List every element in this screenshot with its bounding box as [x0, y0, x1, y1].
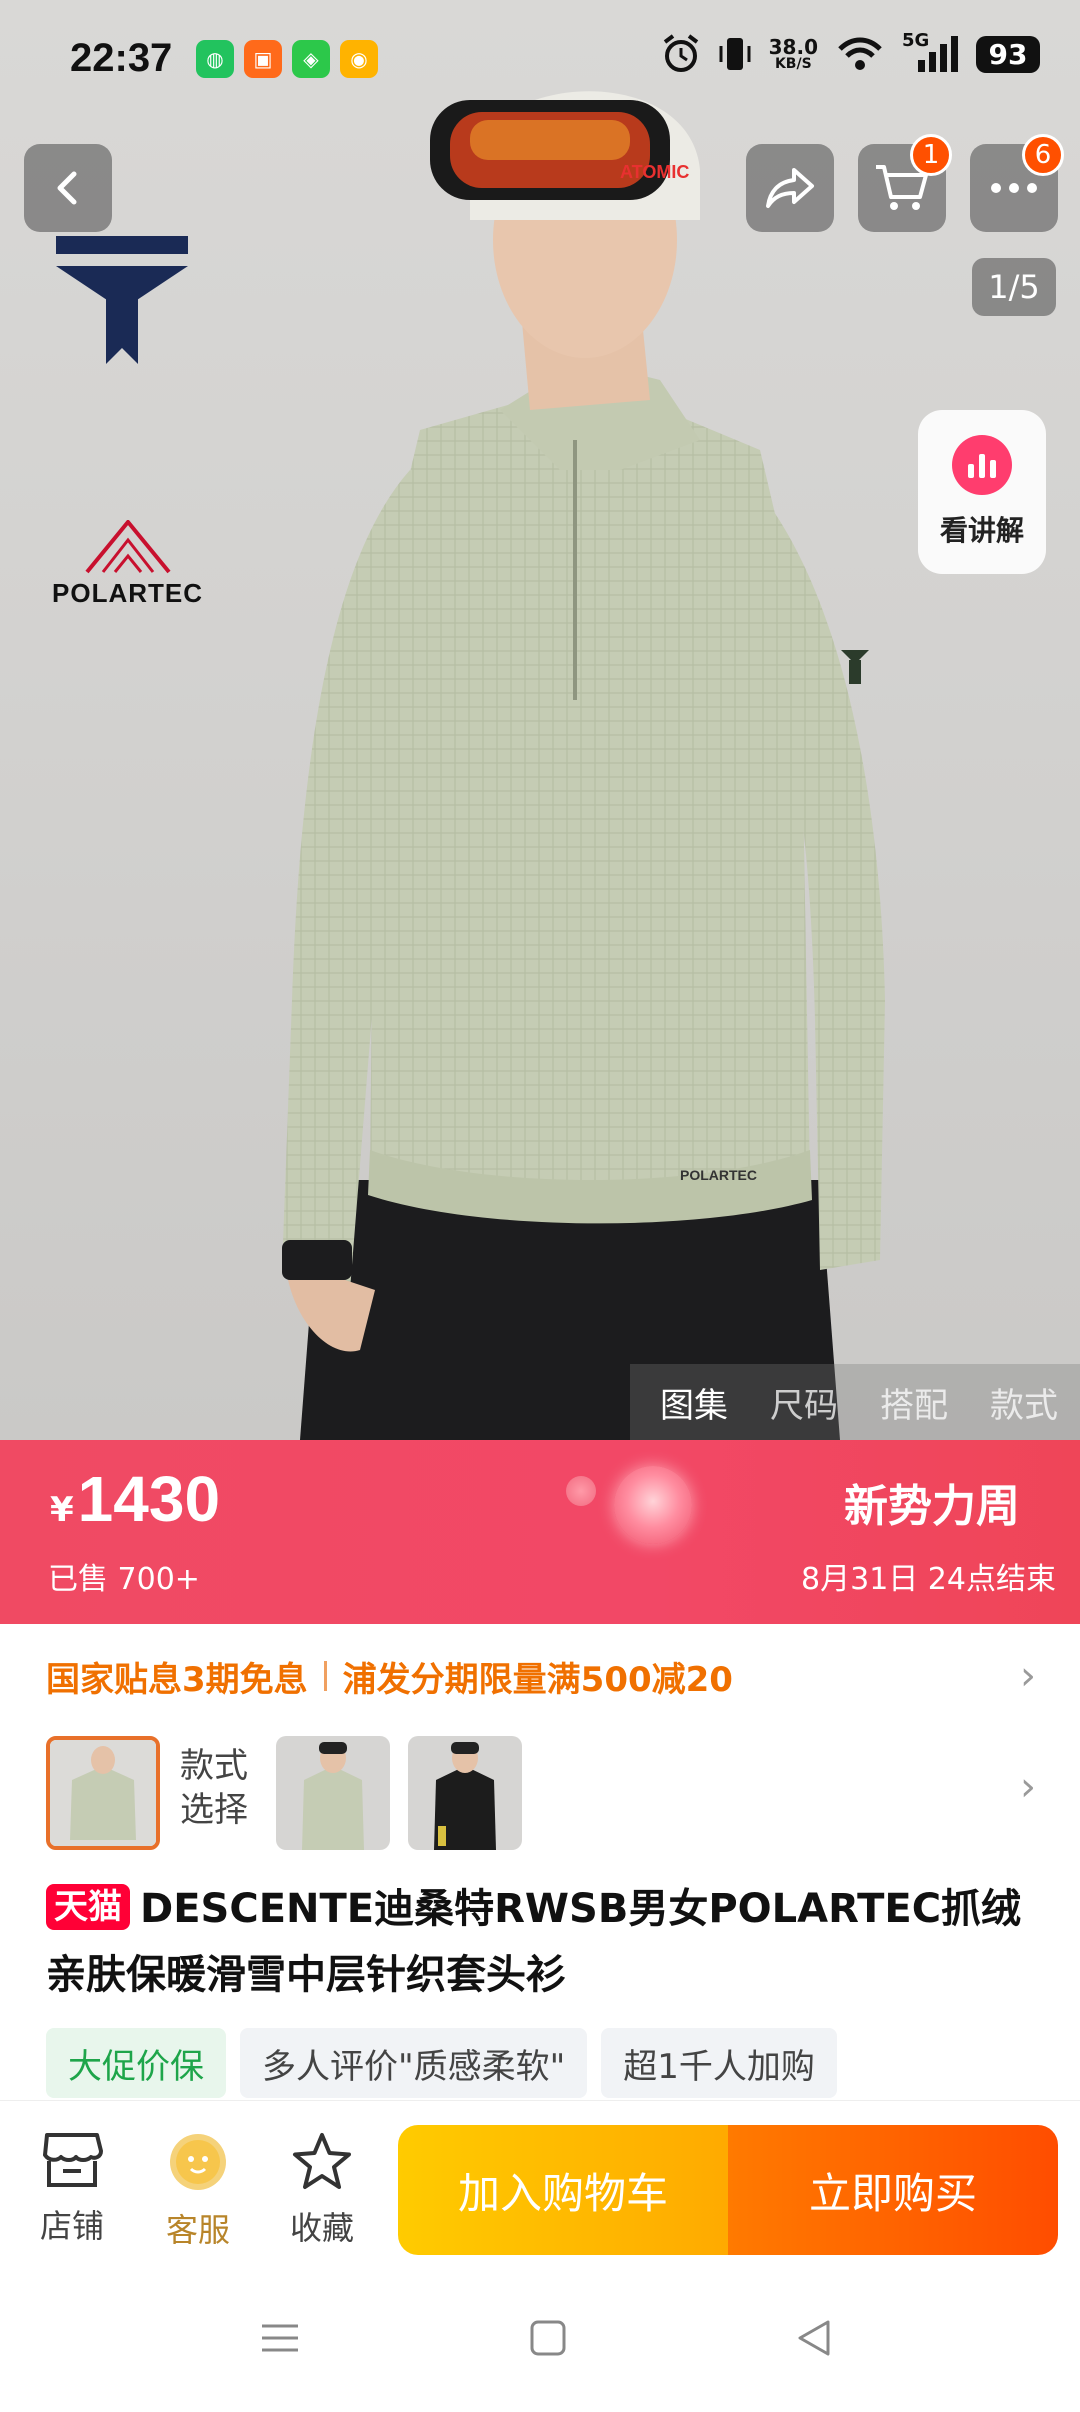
add-to-cart-button[interactable]: 加入购物车: [398, 2125, 728, 2255]
chevron-right-icon: ›: [1020, 1653, 1036, 1699]
style-select-row[interactable]: 款式 选择 ›: [0, 1728, 1080, 1858]
tab-size[interactable]: 尺码: [770, 1378, 838, 1427]
subsidy-left-text: 国家贴息3期免息: [46, 1659, 308, 1700]
cart-badge: 1: [910, 134, 952, 176]
style-thumb-green[interactable]: [276, 1736, 390, 1850]
back-button[interactable]: [24, 144, 112, 232]
product-title-text: DESCENTE迪桑特RWSB男女POLARTEC抓绒亲肤保暖滑雪中层针织套头衫: [46, 1886, 1022, 1998]
more-badge: 6: [1022, 134, 1064, 176]
bottom-action-bar: 店铺 客服 收藏 加入购物车 立即购买: [0, 2100, 1080, 2276]
image-page-indicator: 1/5: [972, 258, 1056, 316]
status-bar: 22:37 ◍ ▣ ◈ ◉ 38.0 KB/S 5G 93: [0, 0, 1080, 120]
decor-bubble-small: [566, 1476, 596, 1506]
cellular-signal-icon: 5G: [902, 30, 958, 74]
customer-service-icon: [170, 2134, 226, 2190]
network-speed: 38.0 KB/S: [769, 37, 818, 71]
style-thumb-black[interactable]: [408, 1736, 522, 1850]
explain-label: 看讲解: [939, 514, 1024, 547]
style-thumb-selected[interactable]: [46, 1736, 160, 1850]
divider: [323, 1661, 327, 1691]
sold-count: 已售 700+: [48, 1562, 200, 1597]
battery-level: 93: [976, 35, 1040, 73]
style-select-label: 款式 选择: [180, 1744, 248, 1832]
decor-bubble-large: [614, 1466, 692, 1544]
menu-icon[interactable]: [260, 2318, 300, 2358]
tab-gallery[interactable]: 图集: [660, 1378, 728, 1427]
currency-symbol: ¥: [50, 1490, 74, 1530]
notification-icons: ◍ ▣ ◈ ◉: [196, 40, 378, 78]
tag-reviews[interactable]: 多人评价"质感柔软": [240, 2028, 588, 2098]
cart-button[interactable]: 1: [858, 134, 952, 232]
more-button[interactable]: 6: [970, 134, 1064, 232]
buy-now-button[interactable]: 立即购买: [728, 2125, 1058, 2255]
tag-price-protect[interactable]: 大促价保: [46, 2028, 226, 2098]
more-dots-icon: [991, 183, 1037, 193]
wechat-work-icon: ◈: [292, 40, 330, 78]
star-icon: [293, 2133, 351, 2189]
tag-cart-count[interactable]: 超1千人加购: [601, 2028, 837, 2098]
share-button[interactable]: [746, 144, 834, 232]
customer-service-button[interactable]: 客服: [148, 2131, 248, 2251]
system-navigation-bar: [0, 2276, 1080, 2412]
chevron-right-icon: ›: [1020, 1764, 1036, 1810]
promo-title: 新势力周: [844, 1481, 1020, 1532]
tab-outfit[interactable]: 搭配: [880, 1378, 948, 1427]
polartec-logo: POLARTEC: [52, 518, 203, 609]
service-label: 客服: [165, 2211, 230, 2249]
goggle-brand-text: ATOMIC: [620, 162, 689, 182]
style-label-line2: 选择: [180, 1790, 248, 1830]
shop-button[interactable]: 店铺: [22, 2131, 122, 2247]
product-title: 天猫 DESCENTE迪桑特RWSB男女POLARTEC抓绒亲肤保暖滑雪中层针织套…: [46, 1876, 1046, 2008]
bar-chart-icon: [952, 435, 1012, 495]
descente-logo-icon: [56, 236, 188, 364]
alarm-icon: [663, 34, 698, 72]
promo-end-time: 8月31日 24点结束: [801, 1562, 1056, 1597]
installment-promo-row[interactable]: 国家贴息3期免息 浦发分期限量满500减20 ›: [0, 1624, 1080, 1728]
subsidy-right-text: 浦发分期限量满500减20: [342, 1659, 733, 1700]
hem-logo-text: POLARTEC: [680, 1167, 757, 1183]
favorite-label: 收藏: [289, 2209, 354, 2247]
shop-label: 店铺: [39, 2207, 104, 2245]
polartec-text: POLARTEC: [52, 578, 203, 608]
tmall-badge: 天猫: [46, 1884, 130, 1930]
product-tags: 大促价保 多人评价"质感柔软" 超1千人加购: [46, 2028, 837, 2098]
wechat-icon: ◍: [196, 40, 234, 78]
chevron-left-icon: [57, 171, 77, 205]
explain-video-button[interactable]: 看讲解: [918, 410, 1046, 574]
shop-icon: [43, 2133, 103, 2187]
product-image-gallery[interactable]: ATOMIC POLARTEC POLARTEC 22:37 ◍ ▣ ◈ ◉ 3…: [0, 0, 1080, 1440]
taobao-icon: ▣: [244, 40, 282, 78]
speed-value: 38.0: [768, 35, 818, 59]
weibo-icon: ◉: [340, 40, 378, 78]
home-icon[interactable]: [528, 2318, 568, 2358]
vibrate-icon: [719, 38, 751, 70]
speed-unit: KB/S: [774, 56, 812, 72]
status-time: 22:37: [70, 36, 173, 80]
wifi-icon: [838, 37, 882, 70]
tab-style[interactable]: 款式: [990, 1378, 1058, 1427]
price-banner: ¥ 1430 已售 700+ 新势力周 8月31日 24点结束: [0, 1440, 1080, 1624]
polartec-mark-icon: [84, 518, 171, 574]
status-right: 38.0 KB/S 5G 93: [661, 30, 1040, 74]
favorite-button[interactable]: 收藏: [272, 2131, 372, 2249]
price: ¥ 1430: [50, 1462, 220, 1536]
style-label-line1: 款式: [180, 1746, 248, 1786]
price-value: 1430: [77, 1463, 221, 1535]
back-nav-icon[interactable]: [794, 2318, 834, 2358]
gallery-tabs: 图集 尺码 搭配 款式: [630, 1364, 1080, 1440]
share-icon: [766, 168, 814, 208]
